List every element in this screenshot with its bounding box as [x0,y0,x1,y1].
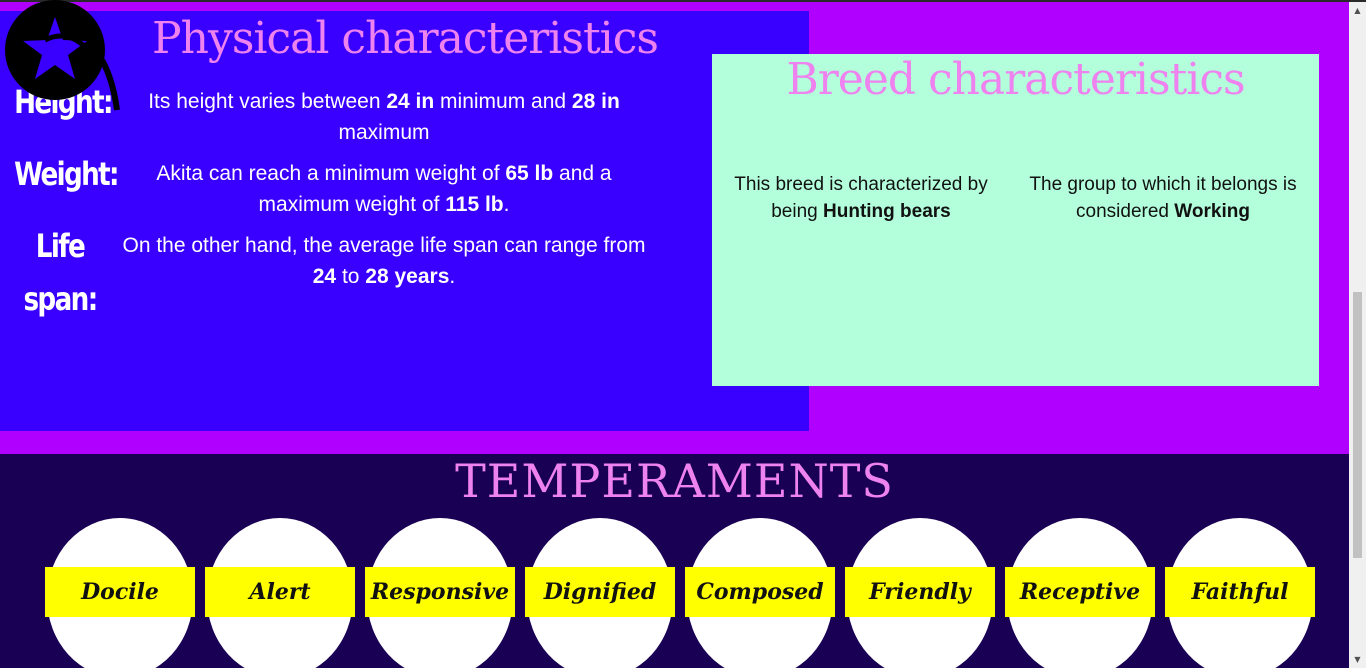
star-logo-icon[interactable] [5,0,120,111]
breed-characteristics-panel: Breed characteristics This breed is char… [712,54,1319,386]
height-min: 24 in [386,90,435,113]
weight-label: Weight: [14,155,119,193]
breed-characterized: This breed is characterized by being Hun… [734,174,988,222]
lifespan-max: 28 years [365,265,450,288]
breed-title: Breed characteristics [786,54,1245,105]
breed-characterized-value: Hunting bears [823,201,951,222]
weight-max: 115 lb [445,193,504,216]
breed-group-value: Working [1174,201,1250,222]
weight-min: 65 lb [505,162,554,185]
temperament-receptive: Receptive [1005,567,1155,617]
temperament-docile: Docile [45,567,195,617]
scroll-up-arrow-icon[interactable]: ▲ [1349,2,1366,19]
window-top-border [0,0,1366,2]
lifespan-description: On the other hand, the average life span… [122,234,646,288]
scroll-down-arrow-icon[interactable]: ▼ [1349,651,1366,668]
temperaments-title: TEMPERAMENTS [455,454,894,508]
temperament-responsive: Responsive [365,567,515,617]
weight-description: Akita can reach a minimum weight of 65 l… [156,162,612,216]
scrollbar-thumb[interactable] [1353,292,1362,558]
lifespan-label: Life span: [23,227,98,318]
breed-group: The group to which it belongs is conside… [1029,174,1297,222]
temperament-dignified: Dignified [525,567,675,617]
temperament-alert: Alert [205,567,355,617]
temperament-composed: Composed [685,567,835,617]
lifespan-min: 24 [312,265,337,288]
height-description: Its height varies between 24 in minimum … [148,90,620,144]
temperaments-section: TEMPERAMENTS Docile Alert Responsive Dig… [0,454,1349,668]
physical-title: Physical characteristics [152,13,659,64]
height-max: 28 in [571,90,620,113]
vertical-scrollbar[interactable]: ▲ ▼ [1349,2,1366,668]
temperament-friendly: Friendly [845,567,995,617]
temperament-faithful: Faithful [1165,567,1315,617]
